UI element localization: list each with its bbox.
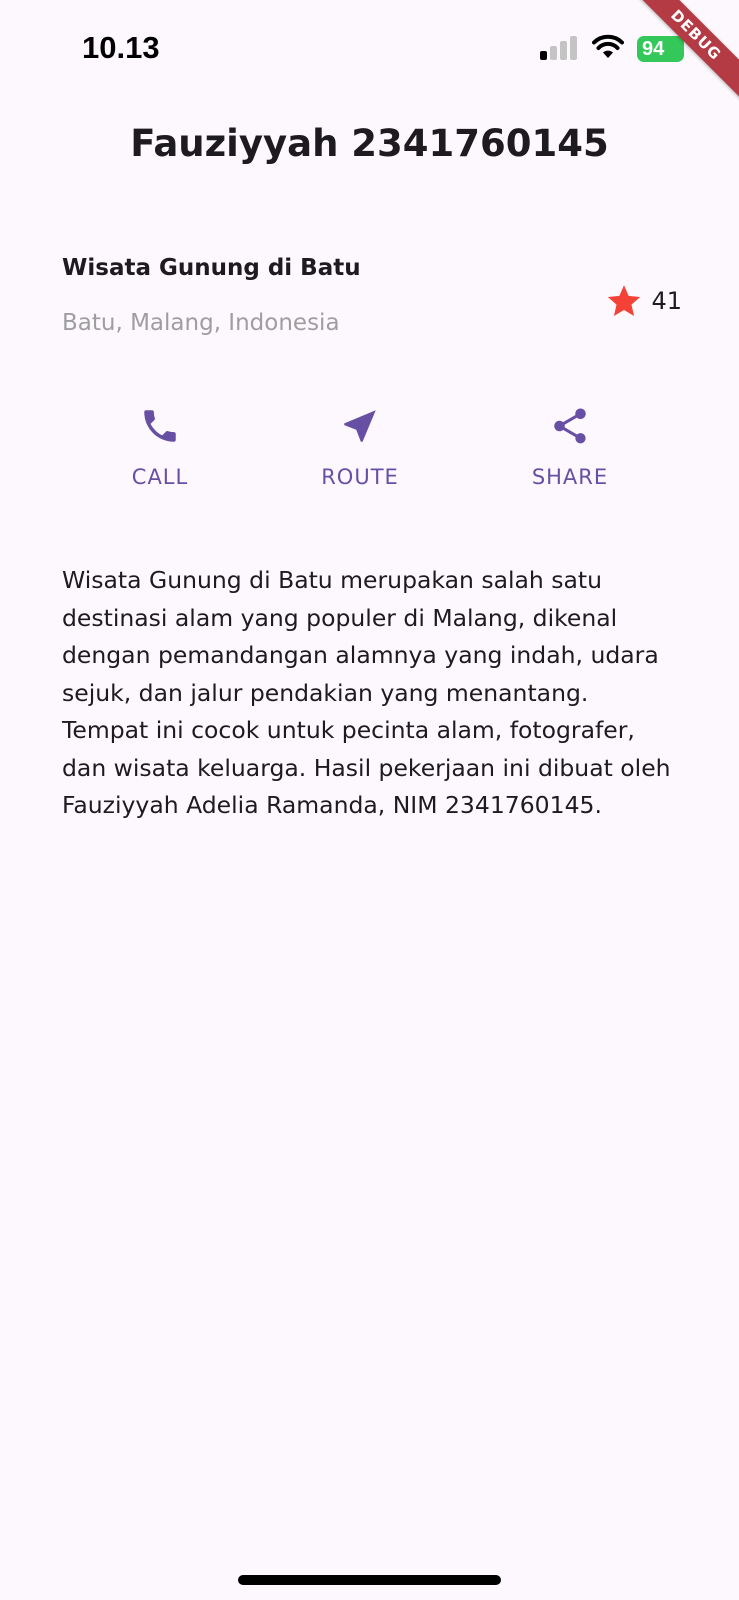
- home-indicator[interactable]: [238, 1575, 501, 1585]
- route-button[interactable]: ROUTE: [290, 405, 430, 505]
- near-me-icon: [344, 410, 376, 442]
- call-label: CALL: [131, 465, 189, 489]
- status-time: 10.13: [82, 30, 160, 65]
- cellular-signal-icon: [540, 36, 577, 60]
- title-section: Wisata Gunung di Batu Batu, Malang, Indo…: [62, 255, 682, 355]
- status-bar: 10.13 94: [0, 0, 739, 100]
- place-location: Batu, Malang, Indonesia: [62, 310, 340, 336]
- battery-level: 94: [642, 38, 665, 60]
- phone-icon: [144, 410, 176, 442]
- description-text: Wisata Gunung di Batu merupakan salah sa…: [62, 566, 671, 819]
- share-label: SHARE: [531, 465, 609, 489]
- place-name: Wisata Gunung di Batu: [62, 255, 361, 281]
- page-title: Fauziyyah 2341760145: [130, 122, 609, 165]
- call-button[interactable]: CALL: [90, 405, 230, 505]
- share-button[interactable]: SHARE: [500, 405, 640, 505]
- share-icon: [554, 408, 586, 444]
- wifi-icon: [592, 34, 624, 58]
- route-label: ROUTE: [321, 465, 399, 489]
- button-section: CALL ROUTE SHARE: [0, 405, 739, 505]
- app-bar: Fauziyyah 2341760145: [0, 108, 739, 180]
- rating-count: 41: [651, 287, 682, 315]
- battery-indicator: 94: [637, 36, 684, 62]
- star-icon: [608, 285, 641, 316]
- rating: 41: [605, 283, 682, 319]
